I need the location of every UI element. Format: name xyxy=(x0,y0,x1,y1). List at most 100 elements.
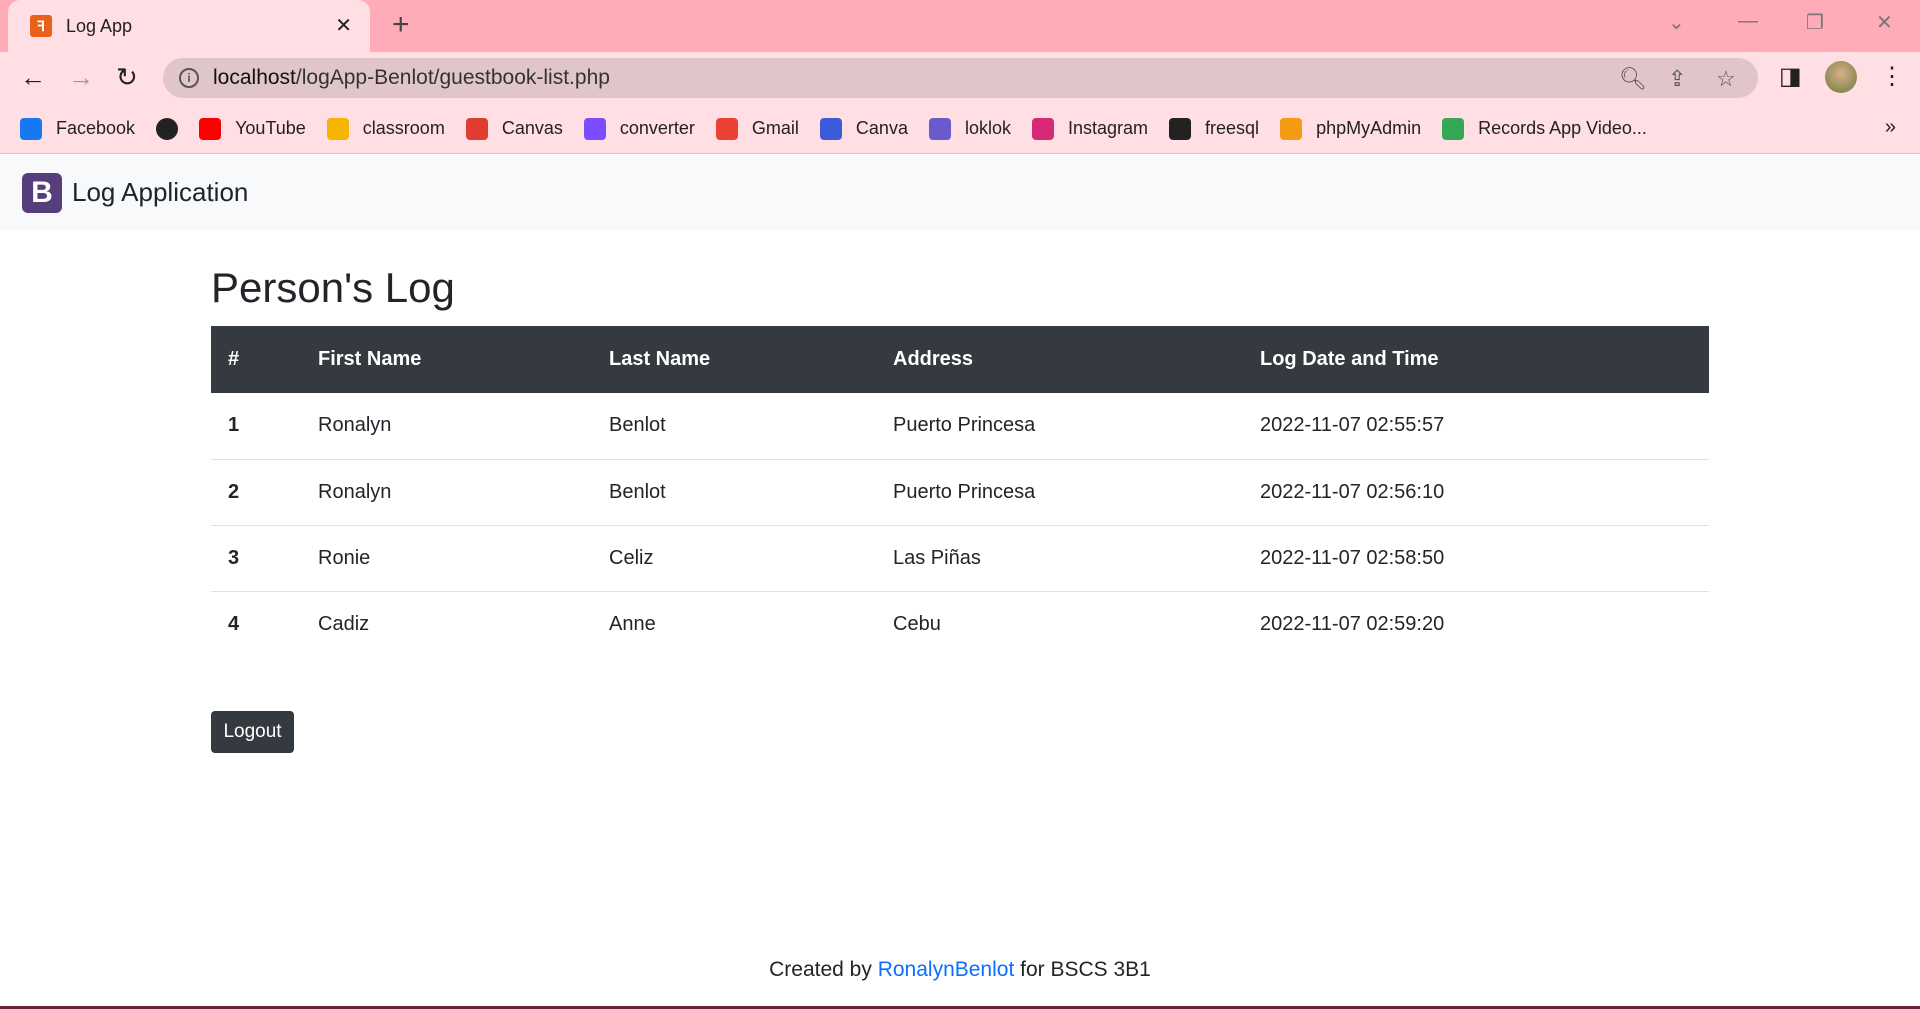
url-host: localhost xyxy=(213,66,296,89)
app-navbar: B Log Application xyxy=(0,155,1920,230)
bookmark-youtube[interactable]: YouTube xyxy=(199,117,306,140)
more-bookmarks-icon[interactable]: » xyxy=(1885,116,1896,139)
table-row: 1 Ronalyn Benlot Puerto Princesa 2022-11-07 … xyxy=(211,393,1709,459)
author-link[interactable]: RonalynBenlot xyxy=(878,958,1015,981)
col-first-name: First Name xyxy=(318,348,422,370)
profile-avatar[interactable] xyxy=(1825,61,1857,93)
table-row: 2 Ronalyn Benlot Puerto Princesa 2022-11-07 … xyxy=(211,459,1709,525)
col-log-datetime: Log Date and Time xyxy=(1260,348,1439,370)
bookmark-records-app-video[interactable]: Records App Video... xyxy=(1442,117,1647,140)
table-row: 3 Ronie Celiz Las Piñas 2022-11-07 02:58:50 xyxy=(211,525,1709,591)
tab-log-app[interactable]: ꟻ Log App ✕ xyxy=(8,0,370,52)
cell-row-number: 2 xyxy=(228,480,240,503)
restore-icon[interactable]: ❐ xyxy=(1806,10,1824,35)
bookmark-label: Facebook xyxy=(56,118,136,138)
xampp-favicon-icon: ꟻ xyxy=(30,15,52,37)
globe-icon xyxy=(156,117,179,140)
bookmark-label: Instagram xyxy=(1067,118,1149,138)
gmail-icon xyxy=(715,117,738,140)
bookmark-globe[interactable] xyxy=(156,117,179,140)
bookmark-phpmyadmin[interactable]: phpMyAdmin xyxy=(1280,117,1422,140)
cell-log-datetime: 2022-11-07 02:55:57 xyxy=(1260,414,1445,437)
bookmark-label: YouTube xyxy=(235,118,306,138)
bookmark-label: Canvas xyxy=(501,118,563,138)
cell-first-name: Ronalyn xyxy=(318,414,392,437)
tab-search-icon[interactable]: ⌄ xyxy=(1668,10,1685,35)
side-panel-icon[interactable]: ◨ xyxy=(1779,62,1802,91)
bookmark-instagram[interactable]: Instagram xyxy=(1031,117,1149,140)
close-window-icon[interactable]: ✕ xyxy=(1876,10,1893,35)
cell-first-name: Ronalyn xyxy=(318,480,392,503)
close-tab-icon[interactable]: ✕ xyxy=(335,13,352,38)
new-tab-icon[interactable]: + xyxy=(392,8,410,42)
cell-log-datetime: 2022-11-07 02:56:10 xyxy=(1260,480,1445,503)
cell-address: Cebu xyxy=(893,612,941,635)
bookmark-label: loklok xyxy=(964,118,1011,138)
bookmark-classroom[interactable]: classroom xyxy=(326,117,445,140)
forward-icon[interactable]: → xyxy=(68,62,94,93)
cell-last-name: Celiz xyxy=(609,546,654,569)
brand-name[interactable]: Log Application xyxy=(72,177,248,208)
bookmark-freesql[interactable]: freesql xyxy=(1169,117,1260,140)
bookmark-canvas[interactable]: Canvas xyxy=(465,117,563,140)
cell-row-number: 1 xyxy=(228,414,240,437)
bookmark-label: Records App Video... xyxy=(1478,118,1647,138)
col-last-name: Last Name xyxy=(609,348,711,370)
table-row: 4 Cadiz Anne Cebu 2022-11-07 02:59:20 xyxy=(211,591,1709,657)
bookmark-star-icon[interactable]: ☆ xyxy=(1716,66,1736,92)
col-number: # xyxy=(228,348,240,370)
tab-strip: ꟻ Log App ✕ + ⌄ — ❐ ✕ xyxy=(0,0,1920,52)
instagram-icon xyxy=(1031,117,1054,140)
site-info-icon[interactable]: i xyxy=(179,68,199,88)
logout-button[interactable]: Logout xyxy=(211,711,294,753)
tab-title: Log App xyxy=(66,15,133,36)
bookmark-label: freesql xyxy=(1205,118,1260,138)
freesql-icon xyxy=(1169,117,1192,140)
page-title: Person's Log xyxy=(211,264,455,311)
youtube-icon xyxy=(199,117,222,140)
col-address: Address xyxy=(893,348,974,370)
canvas-icon xyxy=(465,117,488,140)
classroom-icon xyxy=(326,117,349,140)
back-icon[interactable]: ← xyxy=(20,62,46,93)
cell-row-number: 3 xyxy=(228,546,240,569)
cell-address: Puerto Princesa xyxy=(893,480,1036,503)
bookmark-loklok[interactable]: loklok xyxy=(928,117,1011,140)
share-icon[interactable]: ⇪ xyxy=(1668,66,1686,92)
bookmark-converter[interactable]: converter xyxy=(583,117,695,140)
bookmark-label: Gmail xyxy=(751,118,799,138)
bookmark-canva[interactable]: Canva xyxy=(819,117,908,140)
cell-first-name: Cadiz xyxy=(318,612,370,635)
cell-address: Las Piñas xyxy=(893,546,981,569)
cell-address: Puerto Princesa xyxy=(893,414,1036,437)
bookmark-label: Canva xyxy=(855,118,908,138)
bookmark-label: phpMyAdmin xyxy=(1316,118,1422,138)
address-bar[interactable]: i localhost/logApp-Benlot/guestbook-list… xyxy=(163,58,1758,98)
bookmark-label: converter xyxy=(619,118,695,138)
facebook-icon xyxy=(20,117,42,140)
cell-last-name: Anne xyxy=(609,612,656,635)
loklok-icon xyxy=(928,117,951,140)
footer-suffix: for BSCS 3B1 xyxy=(1014,958,1151,981)
browser-toolbar: ← → ↻ i localhost/logApp-Benlot/guestboo… xyxy=(0,52,1920,104)
canva-icon xyxy=(819,117,842,140)
reload-icon[interactable]: ↻ xyxy=(116,62,138,93)
minimize-icon[interactable]: — xyxy=(1738,10,1758,33)
menu-icon[interactable]: ⋮ xyxy=(1880,62,1904,91)
footer-prefix: Created by xyxy=(769,958,878,981)
bookmark-label: classroom xyxy=(362,118,445,138)
records-icon xyxy=(1442,117,1465,140)
zoom-icon[interactable]: 🔍︎ xyxy=(1619,66,1647,92)
url-path: /logApp-Benlot/guestbook-list.php xyxy=(295,66,610,89)
cell-row-number: 4 xyxy=(228,612,240,635)
log-table: # First Name Last Name Address Log Date … xyxy=(211,326,1709,657)
cell-log-datetime: 2022-11-07 02:58:50 xyxy=(1260,546,1445,569)
bookmark-gmail[interactable]: Gmail xyxy=(715,117,799,140)
bookmark-facebook[interactable]: Facebook xyxy=(20,117,136,140)
cell-log-datetime: 2022-11-07 02:59:20 xyxy=(1260,612,1445,635)
bookmarks-bar: Facebook YouTube classroom Canvas converter G… xyxy=(0,104,1920,154)
footer: Created by RonalynBenlot for BSCS 3B1 xyxy=(0,958,1920,982)
cell-last-name: Benlot xyxy=(609,480,666,503)
cell-last-name: Benlot xyxy=(609,414,666,437)
phpmyadmin-icon xyxy=(1280,117,1303,140)
